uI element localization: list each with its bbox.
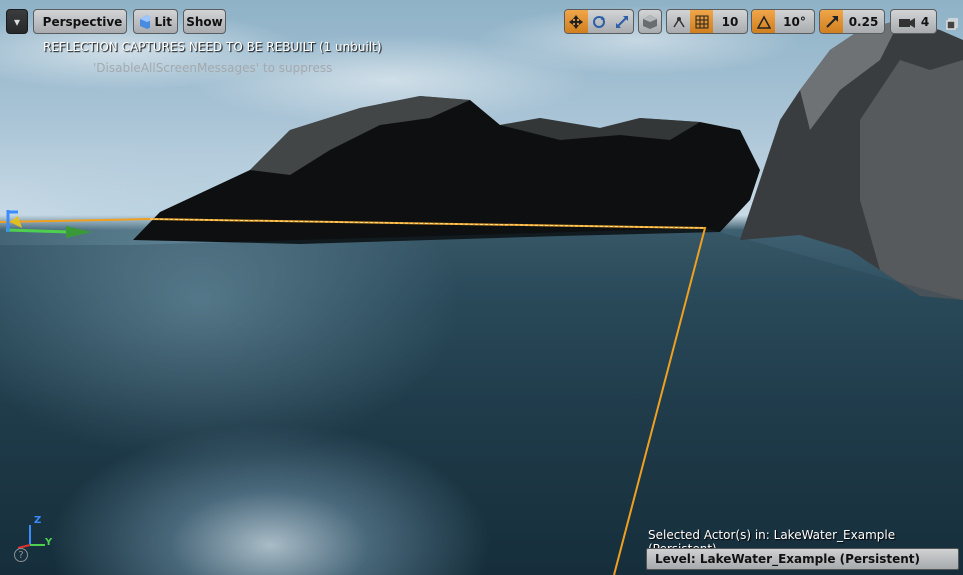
show-label: Show — [186, 14, 223, 29]
camera-speed-value: 4 — [920, 14, 930, 29]
scale-snap-icon[interactable] — [820, 10, 843, 33]
scale-snap-value[interactable]: 0.25 — [843, 15, 884, 29]
lit-cube-icon — [140, 14, 150, 29]
camera-speed-button[interactable]: 4 — [890, 9, 937, 34]
current-level-bar: Level: LakeWater_Example (Persistent) — [646, 548, 959, 570]
scale-snap-group: 0.25 — [819, 9, 885, 34]
rotate-icon[interactable] — [588, 10, 611, 33]
lit-label: Lit — [154, 14, 173, 29]
transform-mode-group — [564, 9, 634, 34]
grid-snap-value[interactable]: 10 — [713, 15, 747, 29]
scene-render — [0, 20, 963, 575]
reflection-warning: REFLECTION CAPTURES NEED TO BE REBUILT (… — [43, 40, 382, 54]
rotation-snap-group: 10° — [751, 9, 815, 34]
angle-icon[interactable] — [752, 10, 775, 33]
level-viewport[interactable]: ▾ Perspective Lit Show 10 10° 0.25 4 REF… — [0, 0, 963, 575]
suppress-hint: 'DisableAllScreenMessages' to suppress — [93, 61, 333, 75]
surface-snap-icon[interactable] — [667, 10, 690, 33]
view-mode-lit-button[interactable]: Lit — [133, 9, 178, 34]
grid-snap-group: 10 — [666, 9, 748, 34]
axis-z-label: Z — [34, 515, 42, 526]
rotation-snap-value[interactable]: 10° — [775, 15, 814, 29]
transform-gizmo — [5, 210, 92, 238]
surface-cube-icon[interactable] — [638, 9, 662, 34]
move-arrows-icon[interactable] — [565, 10, 588, 33]
camera-icon — [898, 17, 915, 28]
axis-y-label: Y — [45, 537, 53, 548]
viewport-options-button[interactable]: ▾ — [6, 9, 28, 34]
show-button[interactable]: Show — [183, 9, 226, 34]
help-icon[interactable]: ? — [14, 548, 28, 562]
perspective-button[interactable]: Perspective — [33, 9, 127, 34]
perspective-label: Perspective — [42, 14, 123, 29]
grid-icon[interactable] — [690, 10, 713, 33]
chevron-down-icon: ▾ — [13, 14, 21, 29]
rock-left — [133, 96, 760, 244]
maximize-icon[interactable] — [946, 15, 958, 30]
scale-icon[interactable] — [610, 10, 633, 33]
